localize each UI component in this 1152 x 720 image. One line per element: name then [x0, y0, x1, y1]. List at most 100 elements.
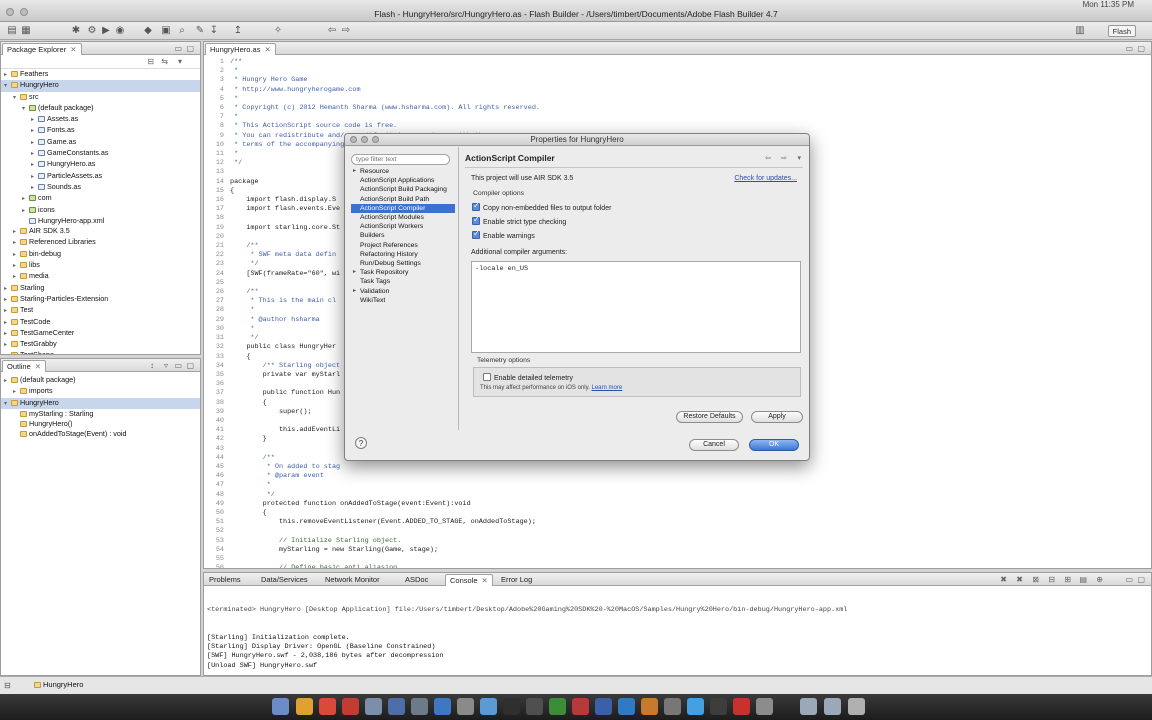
code-line[interactable]: *	[230, 113, 540, 122]
filter-input[interactable]	[351, 154, 450, 165]
app-icon[interactable]	[526, 698, 543, 715]
chevron-right-icon[interactable]: ▸	[4, 306, 11, 316]
tree-item[interactable]: ▸ media	[1, 271, 200, 282]
app-icon[interactable]	[595, 698, 612, 715]
nav-item[interactable]: Resource	[351, 167, 455, 176]
chevron-right-icon[interactable]: ▸	[4, 295, 11, 305]
flash-icon[interactable]	[733, 698, 750, 715]
nav-item[interactable]: Validation	[351, 287, 455, 296]
new-icon[interactable]: ▤	[6, 25, 18, 37]
code-line[interactable]: myStarling = new Starling(Game, stage);	[230, 546, 540, 555]
tree-item[interactable]: ▸ icons	[1, 205, 200, 216]
tree-item[interactable]: ▸ Starling	[1, 283, 200, 294]
code-line[interactable]: protected function onAddedToStage(event:…	[230, 500, 540, 509]
chevron-down-icon[interactable]: ▾	[4, 399, 11, 409]
code-line[interactable]: * On added to stag	[230, 463, 540, 472]
tree-item[interactable]: ▸ ParticleAssets.as	[1, 171, 200, 182]
profile-icon[interactable]: ◉	[114, 25, 126, 37]
chevron-right-icon[interactable]: ▸	[31, 149, 38, 159]
code-line[interactable]	[230, 555, 540, 564]
cancel-button[interactable]: Cancel	[689, 439, 739, 451]
chevron-right-icon[interactable]: ▸	[31, 183, 38, 193]
chevron-right-icon[interactable]: ▸	[13, 227, 20, 237]
clear-console-icon[interactable]: ⊠	[1032, 575, 1039, 584]
tree-item[interactable]: ▸ Test	[1, 305, 200, 316]
dialog-close-button[interactable]	[350, 136, 357, 143]
debug-icon[interactable]: ✱	[70, 25, 82, 37]
tab-network-monitor[interactable]: Network Monitor	[321, 574, 384, 586]
view-menu-icon[interactable]: ▾	[178, 57, 182, 66]
dialog-minimize-button[interactable]	[361, 136, 368, 143]
chevron-right-icon[interactable]: ▸	[31, 115, 38, 125]
chevron-right-icon[interactable]: ▸	[13, 272, 20, 282]
back-icon[interactable]: ⇦	[765, 154, 771, 162]
tree-item[interactable]: ▸ GameConstants.as	[1, 148, 200, 159]
chevron-right-icon[interactable]: ▸	[4, 376, 11, 386]
code-line[interactable]: * Copyright (c) 2012 Hemanth Sharma (www…	[230, 104, 540, 113]
nav-item[interactable]: ActionScript Applications	[351, 176, 455, 185]
code-line[interactable]: *	[230, 95, 540, 104]
tree-item[interactable]: ▸ TestCode	[1, 317, 200, 328]
ok-button[interactable]: OK	[749, 439, 799, 451]
code-line[interactable]: {	[230, 509, 540, 518]
tab-error-log[interactable]: Error Log	[497, 574, 536, 586]
close-icon[interactable]: ✕	[264, 45, 270, 54]
app-icon[interactable]	[434, 698, 451, 715]
close-icon[interactable]: ✕	[70, 45, 76, 54]
checkbox-enable-warnings[interactable]	[472, 229, 480, 239]
tree-item[interactable]: ▸ Referenced Libraries	[1, 237, 200, 248]
chevron-down-icon[interactable]: ▾	[22, 104, 29, 114]
filter-icon[interactable]: ▿	[164, 361, 168, 370]
tree-item[interactable]: ▸ libs	[1, 260, 200, 271]
dialog-splitter[interactable]	[458, 147, 459, 430]
chevron-right-icon[interactable]: ▸	[4, 70, 11, 80]
app-icon[interactable]	[549, 698, 566, 715]
code-line[interactable]: * Hungry Hero Game	[230, 76, 540, 85]
pin-console-icon[interactable]: ⊞	[1064, 575, 1071, 584]
app-icon[interactable]	[664, 698, 681, 715]
dialog-zoom-button[interactable]	[372, 136, 379, 143]
help-icon[interactable]: ?	[355, 437, 367, 449]
back-icon[interactable]: ⇦	[326, 25, 338, 37]
next-annotation-icon[interactable]: ↧	[208, 25, 220, 37]
app-icon[interactable]	[756, 698, 773, 715]
nav-item[interactable]: ActionScript Workers	[351, 222, 455, 231]
detailed-telemetry-checkbox[interactable]: Enable detailed telemetry	[483, 373, 573, 382]
collapse-all-icon[interactable]: ⊟	[147, 57, 154, 66]
scroll-lock-icon[interactable]: ⊟	[1048, 575, 1055, 584]
code-line[interactable]	[230, 527, 540, 536]
compiler-args-textarea[interactable]: -locale en_US	[471, 261, 801, 353]
app-icon[interactable]	[296, 698, 313, 715]
app-icon[interactable]	[480, 698, 497, 715]
code-line[interactable]: *	[230, 481, 540, 490]
nav-item[interactable]: ActionScript Compiler	[351, 203, 455, 214]
code-line[interactable]: // Initialize Starling object.	[230, 537, 540, 546]
strict-type-checkbox[interactable]: Enable strict type checking	[472, 215, 566, 226]
chrome-icon[interactable]	[319, 698, 336, 715]
external-tools-icon[interactable]: ◆	[142, 25, 154, 37]
terminate-icon[interactable]: ✖	[1000, 575, 1007, 584]
maximize-icon[interactable]: ▢	[186, 44, 194, 53]
checkbox-detailed-telemetry[interactable]	[483, 373, 491, 381]
chevron-right-icon[interactable]: ▸	[4, 318, 11, 328]
code-line[interactable]: * This ActionScript source code is free.	[230, 122, 540, 131]
chevron-right-icon[interactable]: ▸	[31, 160, 38, 170]
trash-icon[interactable]	[848, 698, 865, 715]
sort-icon[interactable]: ↕	[150, 361, 154, 370]
status-project[interactable]: HungryHero	[34, 680, 83, 689]
prev-annotation-icon[interactable]: ↥	[232, 25, 244, 37]
app-icon[interactable]	[342, 698, 359, 715]
app-icon[interactable]	[618, 698, 635, 715]
minimize-icon[interactable]: ▭	[1125, 44, 1133, 53]
chevron-down-icon[interactable]: ▾	[13, 93, 20, 103]
code-line[interactable]: * http://www.hungryherogame.com	[230, 86, 540, 95]
chevron-right-icon[interactable]: ▸	[31, 138, 38, 148]
minimize-icon[interactable]: ▭	[1125, 575, 1133, 584]
chevron-right-icon[interactable]: ▸	[4, 329, 11, 339]
app-icon[interactable]	[388, 698, 405, 715]
check-updates-link[interactable]: Check for updates...	[734, 175, 797, 182]
maximize-icon[interactable]: ▢	[1137, 575, 1145, 584]
nav-item[interactable]: ActionScript Modules	[351, 213, 455, 222]
maximize-icon[interactable]: ▢	[186, 361, 194, 370]
tree-item[interactable]: ▸ imports	[1, 386, 200, 397]
